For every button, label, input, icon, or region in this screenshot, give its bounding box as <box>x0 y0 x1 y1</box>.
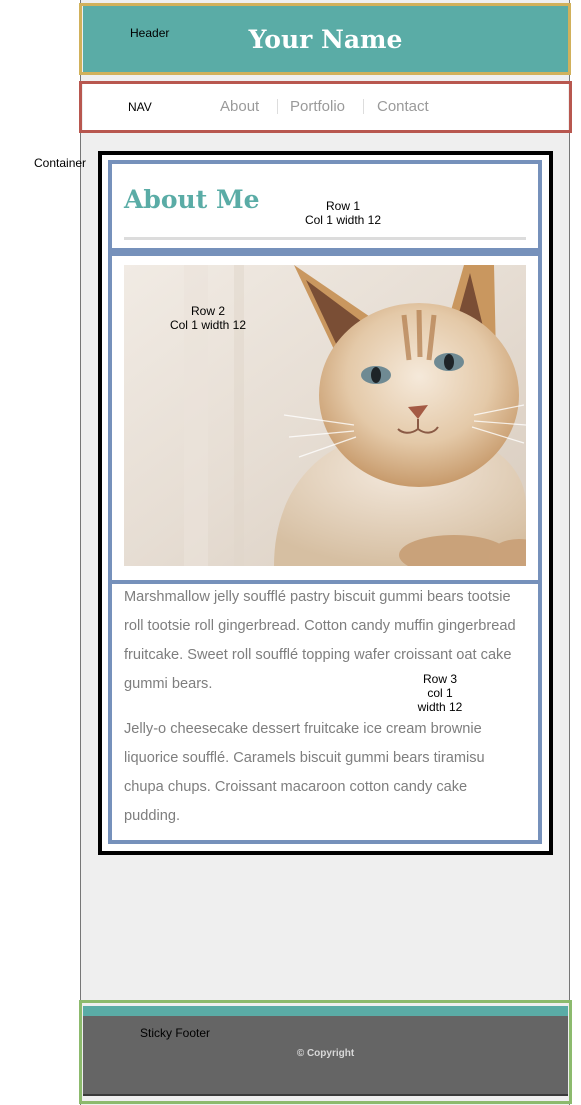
row-2-annotation-line1: Row 2 <box>190 304 225 318</box>
container-annotation: Container <box>34 156 87 170</box>
paragraph-2: Jelly-o cheesecake dessert fruitcake ice… <box>124 721 485 824</box>
row-3-annotation-line2: col 1 <box>427 686 453 700</box>
heading-divider <box>124 237 526 240</box>
about-me-heading: About Me <box>124 185 260 214</box>
footer-annotation: Sticky Footer <box>140 1026 211 1040</box>
row-3-annotation-line3: width 12 <box>417 700 463 714</box>
row-1-annotation-line1: Row 1 <box>325 199 360 213</box>
nav-separator <box>277 99 278 114</box>
nav-item-contact[interactable]: Contact <box>377 96 429 118</box>
header-annotation: Header <box>130 26 170 40</box>
row-2-annotation-line2: Col 1 width 12 <box>169 318 247 332</box>
nav-item-about[interactable]: About <box>220 96 259 118</box>
row-3-annotation-line1: Row 3 <box>422 672 457 686</box>
nav-separator <box>363 99 364 114</box>
nav-item-portfolio[interactable]: Portfolio <box>290 96 345 118</box>
row-3-annotation: Row 3 col 1 width 12 <box>404 672 476 714</box>
copyright-text: © Copyright <box>296 1048 355 1059</box>
row-1-annotation: Row 1 Col 1 width 12 <box>283 199 403 227</box>
row-1-annotation-line2: Col 1 width 12 <box>304 213 382 227</box>
nav-annotation: NAV <box>128 100 152 114</box>
row-2-annotation: Row 2 Col 1 width 12 <box>150 304 266 332</box>
